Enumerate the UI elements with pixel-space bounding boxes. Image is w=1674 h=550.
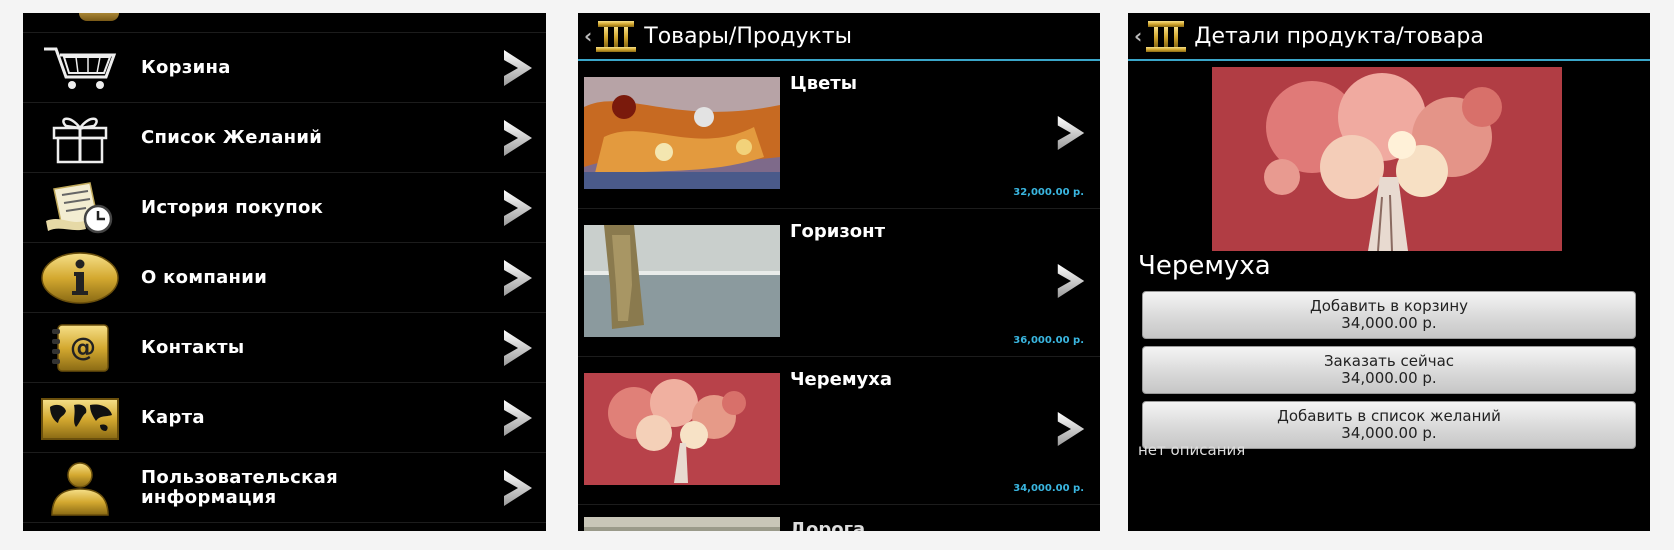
products-screen: ‹ Товары/Продукты Цветы 32,000.00 р. Гор… <box>578 13 1100 531</box>
product-thumbnail <box>584 517 780 531</box>
world-map-icon <box>37 391 123 445</box>
menu-item-purchase-history[interactable]: История покупок <box>23 173 546 243</box>
product-price: 34,000.00 р. <box>1013 483 1084 494</box>
menu-item-contacts[interactable]: @ Контакты <box>23 313 546 383</box>
menu-top-partial <box>23 13 546 33</box>
menu-item-label-line2: информация <box>141 486 277 508</box>
chevron-right-icon <box>500 328 536 368</box>
product-name: Черемуха <box>790 369 893 390</box>
back-button[interactable]: ‹ <box>1134 24 1142 48</box>
product-thumbnail <box>584 373 780 485</box>
button-price: 34,000.00 р. <box>1341 424 1437 442</box>
chevron-right-icon <box>1054 262 1088 300</box>
button-price: 34,000.00 р. <box>1341 369 1437 387</box>
header-bar: ‹ Детали продукта/товара <box>1128 13 1650 61</box>
product-price: 36,000.00 р. <box>1013 335 1084 346</box>
product-name: Горизонт <box>790 221 886 242</box>
product-name: Дорога <box>790 519 866 531</box>
menu-item-map[interactable]: Карта <box>23 383 546 453</box>
add-to-cart-button[interactable]: Добавить в корзину 34,000.00 р. <box>1142 291 1636 339</box>
product-item[interactable]: Черемуха 34,000.00 р. <box>578 357 1100 505</box>
order-now-button[interactable]: Заказать сейчас 34,000.00 р. <box>1142 346 1636 394</box>
menu-item-label: Контакты <box>141 336 245 358</box>
svg-text:@: @ <box>70 333 96 363</box>
menu-item-label: Корзина <box>141 56 231 78</box>
menu-item-label: Карта <box>141 406 205 428</box>
chevron-right-icon <box>500 468 536 508</box>
menu-item-label: Пользовательская информация <box>141 466 338 508</box>
menu-item-label: История покупок <box>141 196 324 218</box>
product-item[interactable]: Горизонт 36,000.00 р. <box>578 209 1100 357</box>
menu-item-label: О компании <box>141 266 268 288</box>
chevron-right-icon <box>500 258 536 298</box>
column-logo-icon <box>1146 21 1187 52</box>
product-price: 32,000.00 р. <box>1013 187 1084 198</box>
page-title: Детали продукта/товара <box>1194 23 1484 49</box>
product-item[interactable]: Цветы 32,000.00 р. <box>578 61 1100 209</box>
product-thumbnail <box>584 225 780 337</box>
chevron-right-icon <box>1054 410 1088 448</box>
menu-item-about[interactable]: О компании <box>23 243 546 313</box>
main-menu-screen: Корзина Список Желаний История покупок О… <box>23 13 546 531</box>
menu-item-label: Список Желаний <box>141 126 323 148</box>
product-name: Черемуха <box>1138 251 1271 281</box>
product-details-screen: ‹ Детали продукта/товара Черемуха Добави… <box>1128 13 1650 531</box>
product-item[interactable]: Дорога <box>578 505 1100 531</box>
chevron-right-icon <box>500 118 536 158</box>
chevron-right-icon <box>500 398 536 438</box>
chevron-right-icon <box>500 188 536 228</box>
cart-icon <box>37 41 123 95</box>
product-image <box>1212 67 1562 251</box>
info-icon <box>37 251 123 305</box>
column-logo-icon <box>596 21 637 52</box>
product-name: Цветы <box>790 73 858 94</box>
back-button[interactable]: ‹ <box>584 24 592 48</box>
button-label: Добавить в корзину <box>1309 297 1469 315</box>
contacts-at-icon: @ <box>37 321 123 375</box>
menu-item-label-line1: Пользовательская <box>141 466 338 488</box>
menu-item-user-info[interactable]: Пользовательская информация <box>23 453 546 523</box>
button-label: Заказать сейчас <box>1323 352 1455 370</box>
menu-item-cart[interactable]: Корзина <box>23 33 546 103</box>
product-description: нет описания <box>1138 441 1246 459</box>
product-thumbnail <box>584 77 780 189</box>
page-title: Товары/Продукты <box>644 23 853 49</box>
history-clock-icon <box>37 181 123 235</box>
button-label: Добавить в список желаний <box>1277 407 1501 425</box>
button-price: 34,000.00 р. <box>1341 314 1437 332</box>
partial-menu-icon <box>79 13 119 21</box>
menu-item-wishlist[interactable]: Список Желаний <box>23 103 546 173</box>
user-icon <box>37 461 123 516</box>
chevron-right-icon <box>500 48 536 88</box>
chevron-right-icon <box>1054 114 1088 152</box>
gift-icon <box>37 111 123 165</box>
header-bar: ‹ Товары/Продукты <box>578 13 1100 61</box>
